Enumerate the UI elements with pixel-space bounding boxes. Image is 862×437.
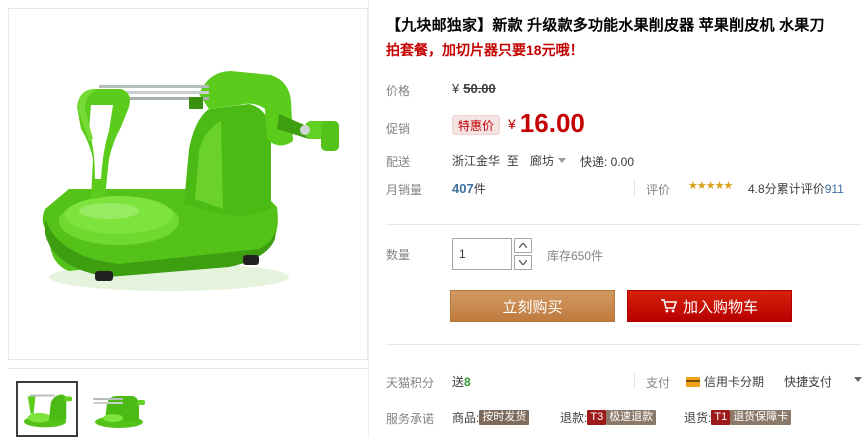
thumbnail-2-image [93,396,145,428]
separator [634,180,635,196]
fruit-peeler-illustration [42,71,339,291]
service-label: 服务承诺 [386,412,435,426]
chevron-down-icon[interactable] [854,377,862,382]
service-prefix: 退货: [684,411,712,425]
payment-label: 支付 [646,376,671,390]
add-to-cart-label: 加入购物车 [682,298,758,316]
original-price-value: 50.00 [463,81,496,96]
promo-price: ¥16.00 [508,108,585,139]
chevron-down-icon [558,158,567,163]
promo-tag: 特惠价 [452,115,501,135]
vertical-divider [368,0,369,437]
cart-icon [660,299,677,313]
divider [386,224,862,225]
buy-now-label: 立刻购买 [502,298,563,316]
product-gallery [8,8,368,437]
thumbnail-1-image [23,394,73,428]
credit-installment-option[interactable]: 信用卡分期 [686,373,764,390]
ship-to-select[interactable]: 廊坊 [530,152,567,169]
quantity-increase-button[interactable] [514,238,532,253]
review-score: 4.8分 [748,182,777,196]
shipping-label: 配送 [386,155,411,169]
monthly-sales-value: 407件 [452,180,486,197]
review-count: 911 [824,182,844,196]
monthly-sales-label: 月销量 [386,183,423,197]
product-subtitle: 拍套餐，加切片器只要18元哦！ [386,42,584,58]
quantity-input[interactable] [452,238,512,270]
promo-price-currency: ¥ [508,116,516,132]
review-text: 累计评价 [776,182,825,196]
ship-to-prefix: 至 [506,154,519,168]
quantity-label: 数量 [386,248,411,262]
points-prefix: 送 [452,375,465,389]
service-item-delivery[interactable]: 商品: 按时发货 [452,409,530,426]
original-price: ¥50.00 [452,81,496,96]
monthly-sales-unit: 件 [473,182,486,196]
service-badge-code: T3 [587,410,607,425]
ship-from-city: 浙江金华 [452,154,501,168]
product-title: 【九块邮独家】新款 升级款多功能水果削皮器 苹果削皮机 水果刀 [386,17,825,34]
quick-pay-option[interactable]: 快捷支付 [784,373,832,390]
promo-label: 促销 [386,122,411,136]
service-badge: 极速退款 [606,410,657,425]
review-summary[interactable]: 4.8分累计评价911 [748,180,844,197]
service-item-refund[interactable]: 退款: T3 极速退款 [560,409,657,426]
service-prefix: 商品: [452,411,480,425]
service-item-return[interactable]: 退货: T1 退货保障卡 [684,409,792,426]
ship-to-city: 廊坊 [530,154,555,168]
chevron-down-icon [519,260,527,265]
review-label: 评价 [646,183,671,197]
product-info-panel: 【九块邮独家】新款 升级款多功能水果削皮器 苹果削皮机 水果刀 拍套餐，加切片器… [386,0,862,437]
separator [634,373,635,389]
ship-from: 浙江金华 至 [452,152,519,169]
credit-card-icon [686,376,700,387]
service-badge: 退货保障卡 [730,410,792,425]
service-badge-code: T1 [711,410,731,425]
stock-info: 库存650件 [547,249,604,263]
points-value: 送8 [452,373,471,390]
price-label: 价格 [386,84,411,98]
buy-now-button[interactable]: 立刻购买 [450,290,615,322]
chevron-up-icon [519,243,527,248]
credit-installment-label: 信用卡分期 [704,375,765,389]
quantity-decrease-button[interactable] [514,255,532,270]
thumbnail-1[interactable] [16,381,78,437]
points-number: 8 [464,375,471,389]
promo-price-value: 16.00 [519,108,585,138]
service-prefix: 退款: [560,411,588,425]
service-badge: 按时发货 [479,410,530,425]
add-to-cart-button[interactable]: 加入购物车 [627,290,792,322]
monthly-sales-count: 407 [452,181,474,196]
thumbnail-strip [8,368,368,437]
shipping-fee: 快递: 0.00 [580,155,635,169]
points-label: 天猫积分 [386,376,435,390]
rating-stars-icon: ★★★★★ [688,180,733,192]
thumbnail-2[interactable] [88,381,150,437]
divider [386,344,862,345]
original-price-currency: ¥ [452,81,460,96]
product-main-image[interactable] [8,8,368,360]
